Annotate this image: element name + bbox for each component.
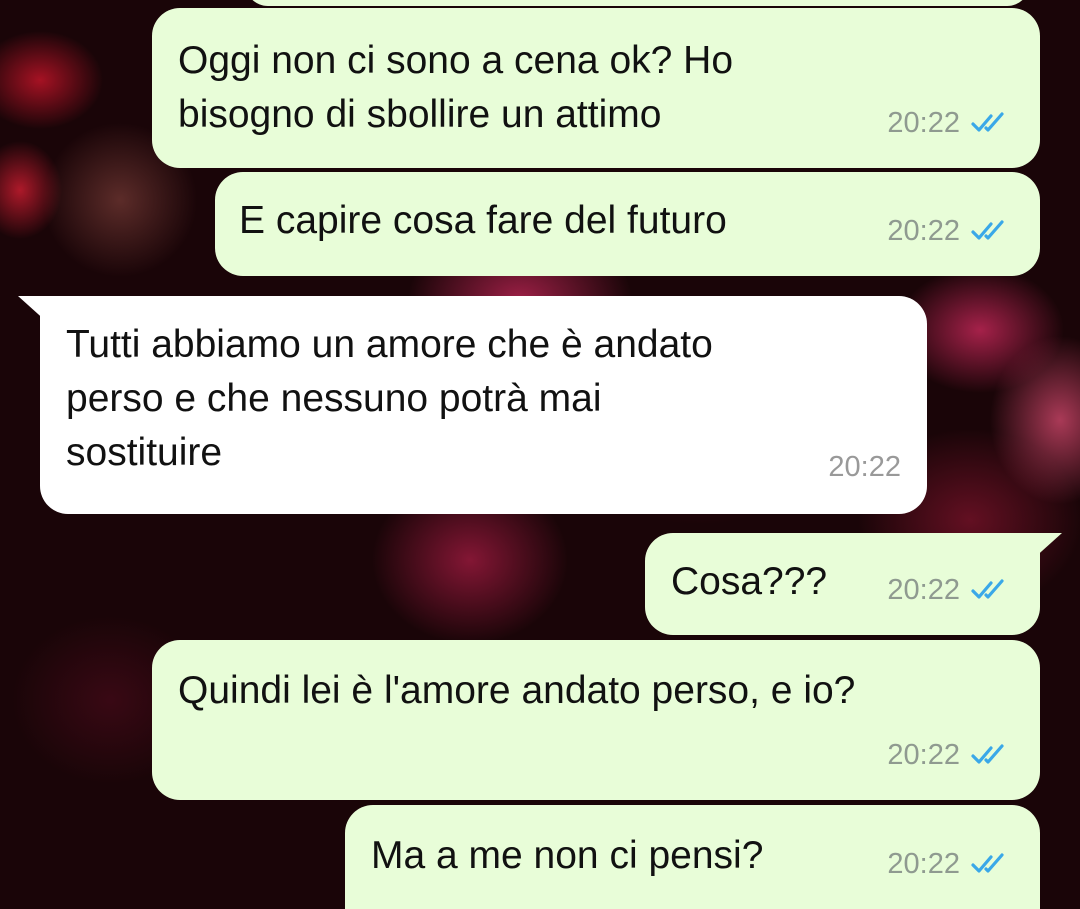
message-time: 20:22 bbox=[887, 215, 960, 247]
message-bubble-outgoing[interactable]: Ma a me non ci pensi? 20:22 bbox=[345, 805, 1040, 909]
message-text: E capire cosa fare del futuro bbox=[239, 199, 727, 242]
double-check-icon bbox=[971, 853, 1004, 873]
message-time: 20:22 bbox=[887, 848, 960, 880]
message-time: 20:22 bbox=[887, 574, 960, 606]
message-text: Tutti abbiamo un amore che è andato pers… bbox=[66, 323, 713, 474]
double-check-icon bbox=[971, 579, 1004, 599]
message-meta: 20:22 bbox=[887, 96, 1014, 150]
message-meta: 20:22 bbox=[887, 563, 1014, 617]
message-time: 20:22 bbox=[828, 451, 901, 483]
message-bubble-outgoing[interactable]: Oggi non ci sono a cena ok? Ho bisogno d… bbox=[152, 8, 1040, 168]
message-text: Quindi lei è l'amore andato perso, e io? bbox=[178, 669, 856, 712]
message-text: Ma a me non ci pensi? bbox=[371, 834, 764, 877]
message-bubble-incoming[interactable]: Tutti abbiamo un amore che è andato pers… bbox=[40, 296, 927, 514]
message-time: 20:22 bbox=[887, 739, 960, 771]
double-check-icon bbox=[971, 744, 1004, 764]
message-bubble-partial bbox=[245, 0, 1030, 6]
message-time: 20:22 bbox=[887, 107, 960, 139]
message-meta: 20:22 bbox=[828, 440, 901, 494]
message-meta: 20:22 bbox=[887, 837, 1014, 891]
message-meta: 20:22 bbox=[887, 204, 1014, 258]
message-bubble-outgoing[interactable]: Quindi lei è l'amore andato perso, e io?… bbox=[152, 640, 1040, 800]
double-check-icon bbox=[971, 220, 1004, 240]
message-text: Oggi non ci sono a cena ok? Ho bisogno d… bbox=[178, 39, 734, 136]
message-meta: 20:22 bbox=[887, 728, 1014, 782]
message-text: Cosa??? bbox=[671, 560, 828, 603]
message-bubble-outgoing[interactable]: E capire cosa fare del futuro 20:22 bbox=[215, 172, 1040, 276]
double-check-icon bbox=[971, 112, 1004, 132]
message-bubble-outgoing[interactable]: Cosa??? 20:22 bbox=[645, 533, 1040, 635]
